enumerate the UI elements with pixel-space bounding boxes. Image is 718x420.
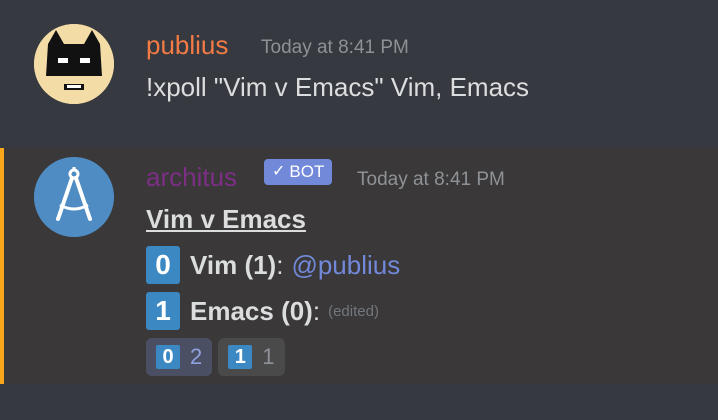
bot-label: BOT xyxy=(289,162,325,181)
avatar[interactable] xyxy=(34,24,114,104)
option-label: Emacs (0) xyxy=(190,295,313,326)
keycap-0-icon: 0 xyxy=(156,345,180,369)
message-publius: publius Today at 8:41 PM !xpoll "Vim v E… xyxy=(0,0,718,140)
reaction-1[interactable]: 1 1 xyxy=(218,338,285,376)
keycap-1-icon: 1 xyxy=(228,345,253,369)
poll-option: 1 Emacs (0) : (edited) xyxy=(146,292,379,330)
option-label: Vim (1) xyxy=(190,249,277,280)
timestamp: Today at 8:41 PM xyxy=(357,169,505,190)
poll-option: 0 Vim (1) : @publius xyxy=(146,246,400,284)
keycap-0-icon: 0 xyxy=(146,246,180,284)
keycap-1-icon: 1 xyxy=(146,292,180,330)
timestamp: Today at 8:41 PM xyxy=(261,37,409,58)
avatar[interactable] xyxy=(34,157,114,237)
bot-badge: ✓ BOT xyxy=(264,159,333,185)
batman-mask-icon xyxy=(34,24,114,104)
poll-title: Vim v Emacs xyxy=(146,204,306,234)
reaction-0[interactable]: 0 2 xyxy=(146,338,213,376)
username[interactable]: publius xyxy=(146,30,228,61)
message-content: !xpoll "Vim v Emacs" Vim, Emacs xyxy=(146,72,530,102)
reaction-count: 1 xyxy=(262,344,275,369)
option-separator: : xyxy=(276,249,284,280)
reaction-count: 2 xyxy=(190,344,203,369)
reactions: 0 2 1 1 xyxy=(146,338,285,376)
checkmark-icon: ✓ xyxy=(272,163,286,180)
message-architus: architus ✓ BOT Today at 8:41 PM Vim v Em… xyxy=(0,148,718,384)
compass-icon xyxy=(34,157,114,237)
user-mention[interactable]: @publius xyxy=(291,250,400,281)
option-separator: : xyxy=(312,295,321,326)
username[interactable]: architus xyxy=(146,162,237,193)
edited-marker: (edited) xyxy=(328,302,379,320)
